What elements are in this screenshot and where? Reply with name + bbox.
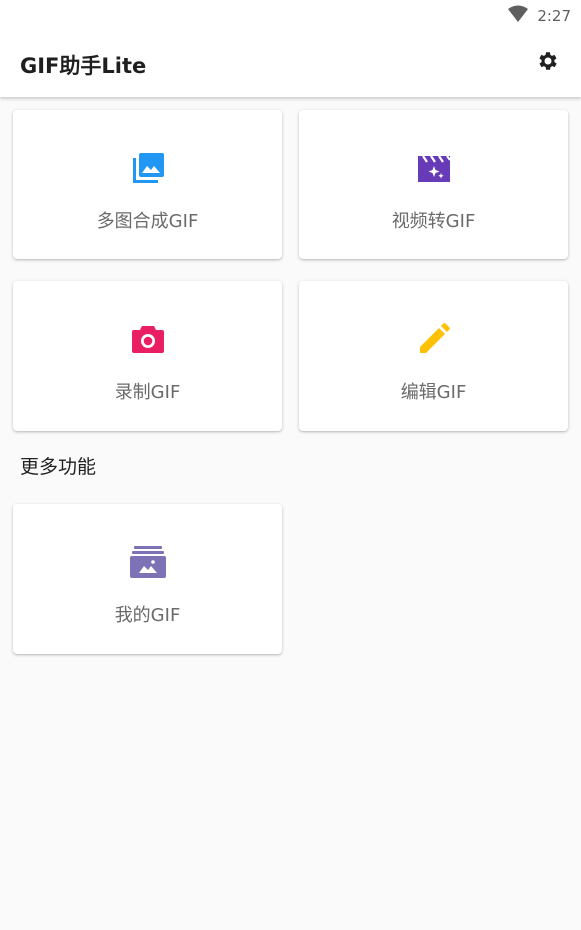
camera-icon (128, 319, 168, 359)
status-icons: 2:27 (507, 5, 571, 27)
card-label: 我的GIF (114, 605, 181, 626)
card-label: 多图合成GIF (96, 211, 199, 232)
card-label: 视频转GIF (391, 211, 476, 232)
wifi-icon (507, 5, 529, 27)
movie-filter-icon (414, 148, 454, 188)
status-bar: 2:27 (0, 0, 581, 30)
multi-image-to-gif-card[interactable]: 多图合成GIF (13, 110, 282, 259)
card-label: 录制GIF (114, 382, 181, 403)
app-bar: GIF助手Lite (0, 30, 581, 97)
photo-album-icon (128, 542, 168, 582)
edit-gif-card[interactable]: 编辑GIF (299, 281, 568, 431)
my-gif-card[interactable]: 我的GIF (13, 504, 282, 654)
photo-library-icon (128, 148, 168, 188)
clock-time: 2:27 (537, 7, 571, 25)
app-title: GIF助手Lite (20, 54, 147, 78)
video-to-gif-card[interactable]: 视频转GIF (299, 110, 568, 259)
gear-icon (536, 49, 560, 77)
settings-button[interactable] (533, 48, 563, 78)
card-label: 编辑GIF (400, 382, 467, 403)
section-title-more: 更多功能 (20, 456, 97, 478)
record-gif-card[interactable]: 录制GIF (13, 281, 282, 431)
edit-pencil-icon (414, 319, 454, 359)
